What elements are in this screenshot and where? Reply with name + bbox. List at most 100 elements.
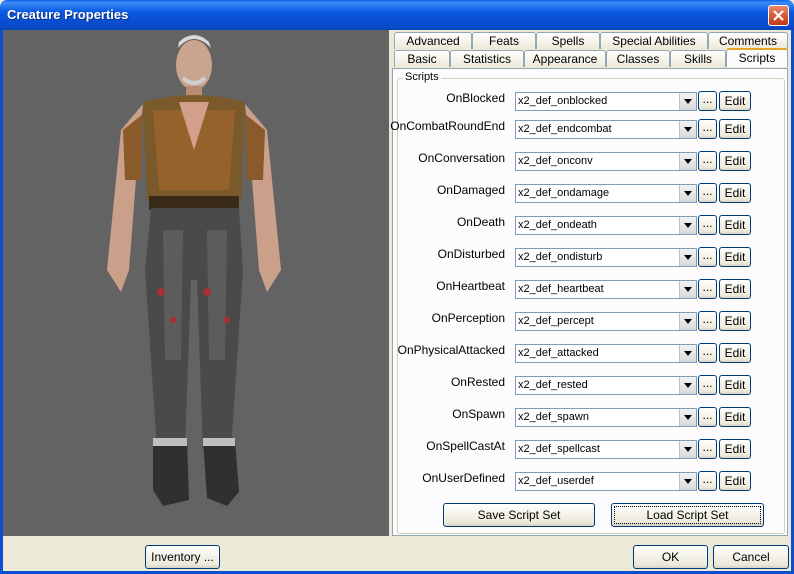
dropdown-arrow-icon[interactable] [679, 93, 696, 110]
creature-model-image [107, 35, 281, 506]
script-value: x2_def_ondamage [518, 187, 610, 199]
inventory-button[interactable]: Inventory ... [145, 545, 220, 569]
browse-button[interactable]: ... [698, 439, 717, 459]
browse-button[interactable]: ... [698, 119, 717, 139]
browse-button[interactable]: ... [698, 279, 717, 299]
script-value: x2_def_onconv [518, 155, 593, 167]
script-combo[interactable]: x2_def_ondisturb [515, 248, 697, 267]
script-value: x2_def_userdef [518, 475, 594, 487]
script-combo[interactable]: x2_def_attacked [515, 344, 697, 363]
tab-comments[interactable]: Comments [708, 32, 788, 49]
script-value: x2_def_attacked [518, 347, 599, 359]
edit-button[interactable]: Edit [719, 215, 751, 235]
ok-button[interactable]: OK [633, 545, 708, 569]
browse-button[interactable]: ... [698, 215, 717, 235]
dropdown-arrow-icon[interactable] [679, 217, 696, 234]
dropdown-arrow-icon[interactable] [679, 185, 696, 202]
dropdown-arrow-icon[interactable] [679, 153, 696, 170]
edit-button[interactable]: Edit [719, 183, 751, 203]
browse-button[interactable]: ... [698, 471, 717, 491]
tab-statistics[interactable]: Statistics [450, 50, 524, 67]
tab-basic[interactable]: Basic [394, 50, 450, 67]
browse-button[interactable]: ... [698, 151, 717, 171]
script-combo[interactable]: x2_def_spellcast [515, 440, 697, 459]
browse-button[interactable]: ... [698, 183, 717, 203]
tab-appearance[interactable]: Appearance [524, 50, 606, 67]
script-label: OnDisturbed [437, 247, 505, 261]
edit-button[interactable]: Edit [719, 247, 751, 267]
focus-rect [614, 506, 761, 524]
dropdown-arrow-icon[interactable] [679, 409, 696, 426]
close-button[interactable] [768, 5, 789, 26]
script-label: OnCombatRoundEnd [390, 119, 505, 133]
scripts-group-label: Scripts [403, 71, 441, 83]
tab-scripts[interactable]: Scripts [726, 48, 788, 67]
cancel-button[interactable]: Cancel [713, 545, 789, 569]
browse-button[interactable]: ... [698, 91, 717, 111]
dropdown-arrow-icon[interactable] [679, 345, 696, 362]
window-title: Creature Properties [7, 7, 129, 22]
tab-skills[interactable]: Skills [670, 50, 726, 67]
script-combo[interactable]: x2_def_spawn [515, 408, 697, 427]
dropdown-arrow-icon[interactable] [679, 377, 696, 394]
script-label: OnUserDefined [422, 471, 505, 485]
dropdown-arrow-icon[interactable] [679, 249, 696, 266]
edit-button[interactable]: Edit [719, 119, 751, 139]
dropdown-arrow-icon[interactable] [679, 281, 696, 298]
browse-button[interactable]: ... [698, 343, 717, 363]
edit-button[interactable]: Edit [719, 311, 751, 331]
edit-button[interactable]: Edit [719, 471, 751, 491]
edit-button[interactable]: Edit [719, 279, 751, 299]
script-combo[interactable]: x2_def_endcombat [515, 120, 697, 139]
browse-button[interactable]: ... [698, 247, 717, 267]
tab-advanced[interactable]: Advanced [394, 32, 472, 49]
script-combo[interactable]: x2_def_percept [515, 312, 697, 331]
tab-special-abilities[interactable]: Special Abilities [600, 32, 708, 49]
script-combo[interactable]: x2_def_onblocked [515, 92, 697, 111]
script-value: x2_def_percept [518, 315, 594, 327]
script-value: x2_def_endcombat [518, 123, 612, 135]
tab-spells[interactable]: Spells [536, 32, 600, 49]
script-combo[interactable]: x2_def_onconv [515, 152, 697, 171]
close-icon [773, 10, 784, 21]
script-label: OnPhysicalAttacked [397, 343, 505, 357]
tab-classes[interactable]: Classes [606, 50, 670, 67]
script-value: x2_def_ondeath [518, 219, 597, 231]
edit-button[interactable]: Edit [719, 343, 751, 363]
dropdown-arrow-icon[interactable] [679, 441, 696, 458]
tab-feats[interactable]: Feats [472, 32, 536, 49]
script-label: OnSpellCastAt [426, 439, 505, 453]
dropdown-arrow-icon[interactable] [679, 121, 696, 138]
script-label: OnBlocked [446, 91, 505, 105]
edit-button[interactable]: Edit [719, 439, 751, 459]
edit-button[interactable]: Edit [719, 151, 751, 171]
script-value: x2_def_heartbeat [518, 283, 604, 295]
browse-button[interactable]: ... [698, 311, 717, 331]
script-combo[interactable]: x2_def_ondeath [515, 216, 697, 235]
creature-preview[interactable] [3, 30, 389, 536]
script-label: OnPerception [431, 311, 505, 325]
edit-button[interactable]: Edit [719, 407, 751, 427]
script-value: x2_def_spawn [518, 411, 589, 423]
browse-button[interactable]: ... [698, 407, 717, 427]
script-label: OnSpawn [452, 407, 505, 421]
script-label: OnDamaged [436, 183, 505, 197]
load-script-set-button[interactable]: Load Script Set [611, 503, 764, 527]
script-label: OnHeartbeat [436, 279, 505, 293]
script-value: x2_def_onblocked [518, 95, 608, 107]
edit-button[interactable]: Edit [719, 91, 751, 111]
dropdown-arrow-icon[interactable] [679, 473, 696, 490]
script-label: OnRested [450, 375, 505, 389]
script-combo[interactable]: x2_def_ondamage [515, 184, 697, 203]
script-label: OnConversation [418, 151, 505, 165]
script-value: x2_def_ondisturb [518, 251, 603, 263]
script-combo[interactable]: x2_def_heartbeat [515, 280, 697, 299]
save-script-set-button[interactable]: Save Script Set [443, 503, 595, 527]
script-value: x2_def_spellcast [518, 443, 600, 455]
browse-button[interactable]: ... [698, 375, 717, 395]
title-bar[interactable]: Creature Properties [0, 0, 794, 30]
script-combo[interactable]: x2_def_userdef [515, 472, 697, 491]
dropdown-arrow-icon[interactable] [679, 313, 696, 330]
script-combo[interactable]: x2_def_rested [515, 376, 697, 395]
edit-button[interactable]: Edit [719, 375, 751, 395]
